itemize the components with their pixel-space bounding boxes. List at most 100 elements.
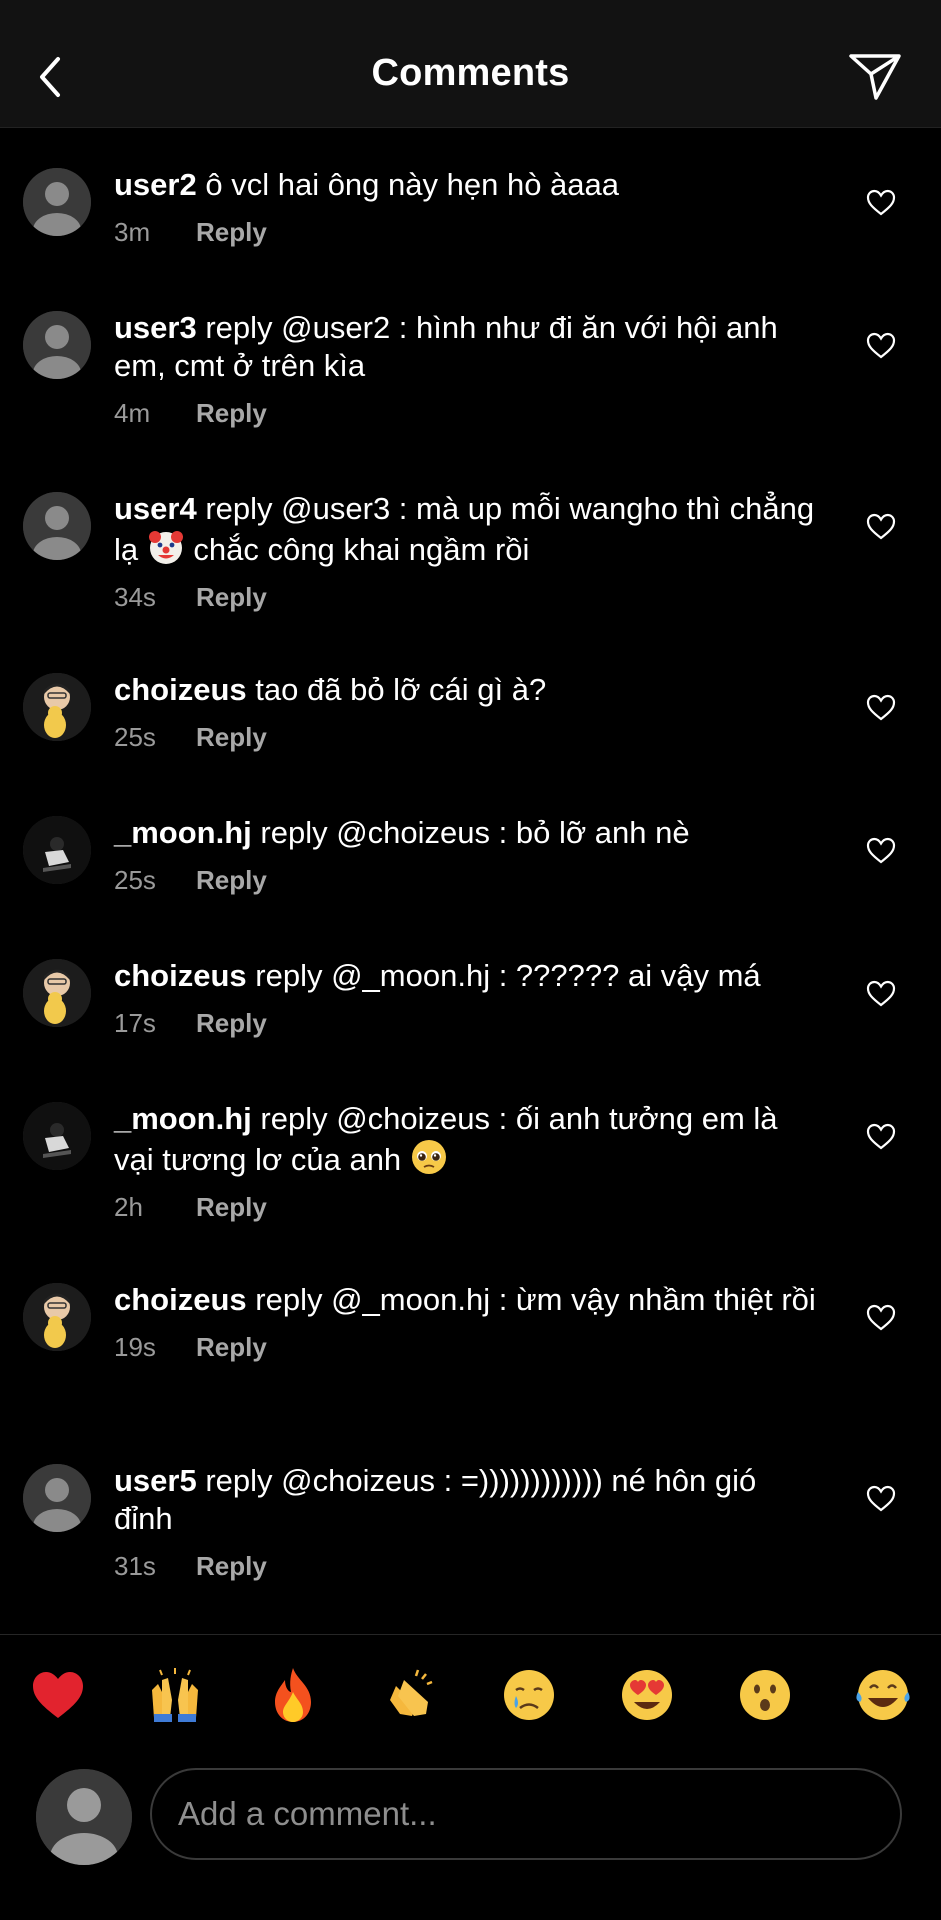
comment-time: 34s [114,582,156,612]
reply-button[interactable]: Reply [196,864,267,896]
comment-item: choizeus tao đã bỏ lỡ cái gì à? 25s Repl… [0,633,941,776]
reaction-surprised-face[interactable] [734,1664,796,1726]
avatar[interactable] [23,1464,91,1532]
comment-meta: 3m Reply [114,216,821,248]
avatar[interactable] [23,492,91,560]
heart-icon[interactable] [866,836,896,866]
comment-text: choizeus tao đã bỏ lỡ cái gì à? [114,633,821,709]
comment-body: reply @_moon.hj : ừm vậy nhầm thiệt rồi [255,1282,816,1317]
comment-text: user4 reply @user3 : mà up mỗi wangho th… [114,452,821,569]
reply-button[interactable]: Reply [196,1191,267,1223]
comment-text: choizeus reply @_moon.hj : ừm vậy nhầm t… [114,1243,821,1319]
reply-button[interactable]: Reply [196,397,267,429]
reply-button[interactable]: Reply [196,1331,267,1363]
avatar[interactable] [23,959,91,1027]
comment-username[interactable]: choizeus [114,672,247,707]
heart-icon[interactable] [866,331,896,361]
comment-username[interactable]: _moon.hj [114,1101,252,1136]
comment-item: user2 ô vcl hai ông này hẹn hò àaaa 3m R… [0,128,941,271]
comment-item: choizeus reply @_moon.hj : ?????? ai vậy… [0,919,941,1062]
comment-username[interactable]: user3 [114,310,197,345]
comment-input[interactable] [150,1768,902,1860]
comment-time: 25s [114,722,156,752]
current-user-avatar[interactable] [36,1769,132,1865]
reply-button[interactable]: Reply [196,721,267,753]
reply-button[interactable]: Reply [196,581,267,613]
comment-username[interactable]: _moon.hj [114,815,252,850]
heart-icon[interactable] [866,1484,896,1514]
comment-body-continued: chắc công khai ngầm rồi [193,532,530,567]
heart-icon[interactable] [866,1122,896,1152]
comment-body: reply @choizeus : =)))))))))))) né hôn g… [114,1463,757,1536]
comment-time: 19s [114,1332,156,1362]
divider [0,1634,941,1635]
comment-text: choizeus reply @_moon.hj : ?????? ai vậy… [114,919,821,995]
comment-composer [0,1768,941,1868]
comment-text: _moon.hj reply @choizeus : bỏ lỡ anh nè [114,776,821,852]
comment-body: ô vcl hai ông này hẹn hò àaaa [205,167,620,202]
comment-username[interactable]: user2 [114,167,197,202]
clown-face-icon [148,531,183,564]
heart-icon[interactable] [866,693,896,723]
avatar[interactable] [23,168,91,236]
comment-text: user5 reply @choizeus : =)))))))))))) né… [114,1424,821,1538]
comment-item: user5 reply @choizeus : =)))))))))))) né… [0,1424,941,1605]
comment-item: choizeus reply @_moon.hj : ừm vậy nhầm t… [0,1243,941,1424]
avatar[interactable] [23,673,91,741]
heart-icon[interactable] [866,512,896,542]
reply-button[interactable]: Reply [196,1007,267,1039]
comment-item: _moon.hj reply @choizeus : bỏ lỡ anh nè … [0,776,941,919]
share-button[interactable] [847,52,903,102]
comment-meta: 17s Reply [114,1007,821,1039]
reaction-tears-of-joy[interactable] [852,1664,914,1726]
fire-icon [275,1668,311,1722]
reply-button[interactable]: Reply [196,216,267,248]
reaction-crying-face[interactable] [498,1664,560,1726]
comment-time: 4m [114,398,151,428]
page-title: Comments [371,52,570,94]
heart-icon[interactable] [866,979,896,1009]
comment-username[interactable]: user5 [114,1463,197,1498]
heart-icon[interactable] [866,1303,896,1333]
reaction-raising-hands[interactable] [144,1664,206,1726]
comment-meta: 4m Reply [114,397,821,429]
heart-icon[interactable] [866,188,896,218]
avatar[interactable] [23,1283,91,1351]
comment-item: user4 reply @user3 : mà up mỗi wangho th… [0,452,941,633]
reaction-fire[interactable] [262,1664,324,1726]
comment-time: 17s [114,1008,156,1038]
comment-text: _moon.hj reply @choizeus : ối anh tưởng … [114,1062,821,1179]
clapping-hands-icon [390,1669,433,1716]
comment-username[interactable]: choizeus [114,1282,247,1317]
comment-body: reply @user2 : hình như đi ăn với hội an… [114,310,778,383]
reaction-red-heart[interactable] [27,1664,89,1726]
avatar[interactable] [23,1102,91,1170]
comment-username[interactable]: user4 [114,491,197,526]
raising-hands-icon [152,1668,198,1722]
comment-meta: 25s Reply [114,864,821,896]
avatar[interactable] [23,816,91,884]
crying-face-icon [504,1670,554,1720]
quick-reactions-bar [0,1664,941,1734]
pleading-face-icon [411,1140,446,1174]
comment-meta: 34s Reply [114,581,821,613]
comment-item: _moon.hj reply @choizeus : ối anh tưởng … [0,1062,941,1243]
comment-meta: 19s Reply [114,1331,821,1363]
comment-username[interactable]: choizeus [114,958,247,993]
comment-time: 31s [114,1551,156,1581]
comment-time: 25s [114,865,156,895]
reaction-clapping-hands[interactable] [380,1664,442,1726]
reaction-heart-eyes[interactable] [616,1664,678,1726]
reply-button[interactable]: Reply [196,1550,267,1582]
comment-meta: 2h Reply [114,1191,821,1223]
heart-eyes-icon [622,1670,672,1720]
comment-time: 2h [114,1192,143,1222]
comment-body: reply @choizeus : bỏ lỡ anh nè [260,815,690,850]
comment-time: 3m [114,217,151,247]
comments-list: user2 ô vcl hai ông này hẹn hò àaaa 3m R… [0,128,941,1605]
comment-body: reply @_moon.hj : ?????? ai vậy má [255,958,761,993]
comment-text: user2 ô vcl hai ông này hẹn hò àaaa [114,128,821,204]
avatar[interactable] [23,311,91,379]
comment-text: user3 reply @user2 : hình như đi ăn với … [114,271,821,385]
surprised-face-icon [740,1670,790,1720]
